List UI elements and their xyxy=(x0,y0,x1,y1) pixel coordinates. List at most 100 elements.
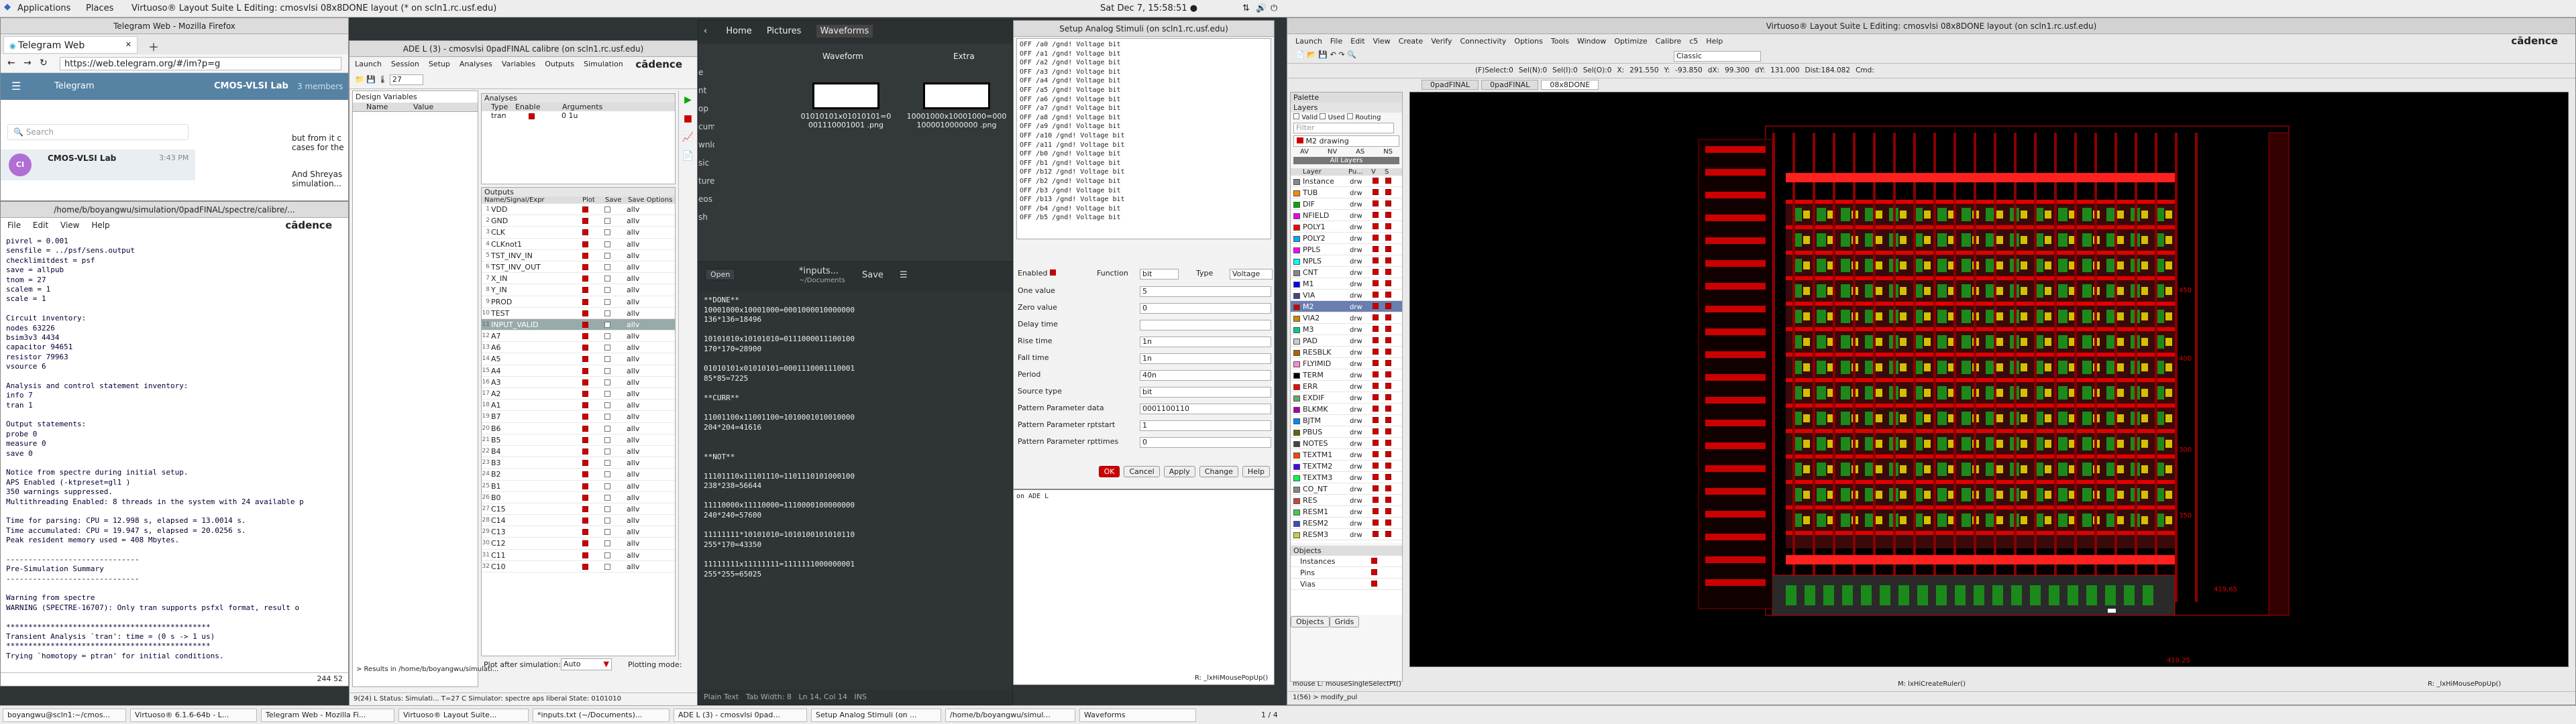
field-input[interactable]: 40n xyxy=(1140,370,1271,381)
output-row[interactable]: 24 B2 allv xyxy=(482,469,675,481)
cancel-button[interactable]: Cancel xyxy=(1124,466,1160,477)
hamburger-icon[interactable]: ☰ xyxy=(11,80,21,93)
plot-checkbox[interactable] xyxy=(582,321,588,328)
workspace-indicator[interactable]: 1 / 4 xyxy=(1261,711,1278,719)
layer-row[interactable]: BJTM drw xyxy=(1291,415,1402,426)
stimulus-row[interactable]: OFF /a4 /gnd! Voltage bit xyxy=(1020,76,1268,86)
menu-setup[interactable]: Setup xyxy=(429,60,450,68)
temperature-field[interactable]: 27 xyxy=(389,74,423,85)
reload-icon[interactable]: ↻ xyxy=(40,58,48,68)
menu-edit[interactable]: Edit xyxy=(33,221,48,230)
menu-connectivity[interactable]: Connectivity xyxy=(1460,37,1506,46)
function-select[interactable]: bit xyxy=(1140,269,1179,280)
visible-checkbox[interactable] xyxy=(1373,246,1379,252)
plot-checkbox[interactable] xyxy=(582,563,588,570)
place-item[interactable]: wnloads xyxy=(698,136,714,154)
select-checkbox[interactable] xyxy=(1385,257,1391,263)
select-checkbox[interactable] xyxy=(1385,189,1391,195)
taskbar-item[interactable]: *inputs.txt (~/Documents)... xyxy=(533,709,669,722)
power-icon[interactable]: ⏻ xyxy=(1271,3,1277,13)
layer-row[interactable]: NOTES drw xyxy=(1291,438,1402,449)
field-input[interactable]: 1n xyxy=(1140,337,1271,347)
search-box[interactable]: 🔍 Search xyxy=(7,124,189,140)
plot-checkbox[interactable] xyxy=(582,276,588,282)
menu-window[interactable]: Window xyxy=(1577,37,1606,46)
stimulus-row[interactable]: OFF /a5 /gnd! Voltage bit xyxy=(1020,86,1268,95)
output-row[interactable]: 26 B0 allv xyxy=(482,492,675,503)
layer-row[interactable]: EXDIF drw xyxy=(1291,392,1402,404)
stimulus-row[interactable]: OFF /a0 /gnd! Voltage bit xyxy=(1020,40,1268,50)
save-checkbox[interactable] xyxy=(604,425,610,432)
visible-checkbox[interactable] xyxy=(1373,520,1379,526)
save-checkbox[interactable] xyxy=(604,414,610,420)
menu-launch[interactable]: Launch xyxy=(355,60,382,68)
visible-checkbox[interactable] xyxy=(1373,394,1379,400)
undo-icon[interactable]: ↶ xyxy=(1330,50,1336,59)
menu-icon[interactable]: ☰ xyxy=(900,270,908,280)
save-checkbox[interactable] xyxy=(604,356,610,363)
layer-row[interactable]: NFIELD drw xyxy=(1291,210,1402,221)
layer-row[interactable]: VIA drw xyxy=(1291,290,1402,301)
visible-checkbox[interactable] xyxy=(1373,200,1379,206)
back-icon[interactable]: ← xyxy=(7,58,15,68)
save-checkbox[interactable] xyxy=(604,436,610,443)
change-button[interactable]: Change xyxy=(1199,466,1238,477)
select-checkbox[interactable] xyxy=(1385,406,1391,412)
layer-row[interactable]: RESM2 drw xyxy=(1291,518,1402,529)
field-input[interactable]: 0001100110 xyxy=(1140,404,1271,414)
menu-file[interactable]: File xyxy=(7,221,21,230)
save-checkbox[interactable] xyxy=(604,298,610,305)
zoom-in-icon[interactable]: 🔍 xyxy=(1347,50,1356,59)
select-checkbox[interactable] xyxy=(1385,337,1391,343)
output-row[interactable]: 3 CLK allv xyxy=(482,227,675,239)
visible-checkbox[interactable] xyxy=(1373,337,1379,343)
plot-checkbox[interactable] xyxy=(582,471,588,478)
field-input[interactable]: 1n xyxy=(1140,353,1271,364)
taskbar-item[interactable]: Virtuoso® 6.1.6-64b - L... xyxy=(130,709,257,722)
visible-checkbox[interactable] xyxy=(1373,314,1379,320)
output-row[interactable]: 32 C10 allv xyxy=(482,561,675,572)
stimulus-row[interactable]: OFF /a7 /gnd! Voltage bit xyxy=(1020,104,1268,113)
plot-checkbox[interactable] xyxy=(582,518,588,524)
select-checkbox[interactable] xyxy=(1385,463,1391,469)
menu-c5[interactable]: c5 xyxy=(1689,37,1698,46)
layer-row[interactable]: VIA2 drw xyxy=(1291,312,1402,324)
select-checkbox[interactable] xyxy=(1385,314,1391,320)
select-checkbox[interactable] xyxy=(1385,235,1391,241)
visible-checkbox[interactable] xyxy=(1373,440,1379,446)
layer-row[interactable]: BLKMK drw xyxy=(1291,404,1402,415)
visible-checkbox[interactable] xyxy=(1373,428,1379,434)
visible-checkbox[interactable] xyxy=(1373,235,1379,241)
help-button[interactable]: Help xyxy=(1242,466,1270,477)
layer-row[interactable]: TEXTM2 drw xyxy=(1291,461,1402,472)
chat-list-item[interactable]: CI CMOS-VLSI Lab 3:43 PM xyxy=(1,149,195,180)
stimulus-row[interactable]: OFF /a8 /gnd! Voltage bit xyxy=(1020,113,1268,123)
layer-row[interactable]: TERM drw xyxy=(1291,369,1402,381)
object-row[interactable]: Vias xyxy=(1291,579,1402,590)
save-checkbox[interactable] xyxy=(604,518,610,524)
output-row[interactable]: 28 C14 allv xyxy=(482,515,675,527)
plot-checkbox[interactable] xyxy=(582,414,588,420)
select-checkbox[interactable] xyxy=(1385,520,1391,526)
output-row[interactable]: 21 B5 allv xyxy=(482,434,675,446)
field-input[interactable] xyxy=(1140,320,1271,330)
places-menu[interactable]: Places xyxy=(86,3,113,13)
save-checkbox[interactable] xyxy=(604,310,610,316)
save-checkbox[interactable] xyxy=(604,367,610,374)
network-icon[interactable]: ⇅ xyxy=(1242,3,1250,13)
valid-checkbox[interactable] xyxy=(1293,113,1299,119)
output-row[interactable]: 7 X_IN allv xyxy=(482,273,675,285)
layer-row[interactable]: PPLS drw xyxy=(1291,244,1402,255)
save-checkbox[interactable] xyxy=(604,505,610,512)
output-row[interactable]: 8 Y_IN allv xyxy=(482,284,675,296)
plot-checkbox[interactable] xyxy=(582,218,588,225)
plot-checkbox[interactable] xyxy=(582,310,588,316)
applications-menu[interactable]: Applications xyxy=(17,3,70,13)
url-bar[interactable]: https://web.telegram.org/#/im?p=g xyxy=(60,57,341,70)
routing-checkbox[interactable] xyxy=(1346,113,1353,119)
output-row[interactable]: 25 B1 allv xyxy=(482,481,675,492)
layer-row[interactable]: POLY1 drw xyxy=(1291,221,1402,233)
path-home[interactable]: Home xyxy=(726,26,751,36)
layer-row[interactable]: Instance drw xyxy=(1291,176,1402,187)
stimulus-row[interactable]: OFF /b3 /gnd! Voltage bit xyxy=(1020,186,1268,196)
